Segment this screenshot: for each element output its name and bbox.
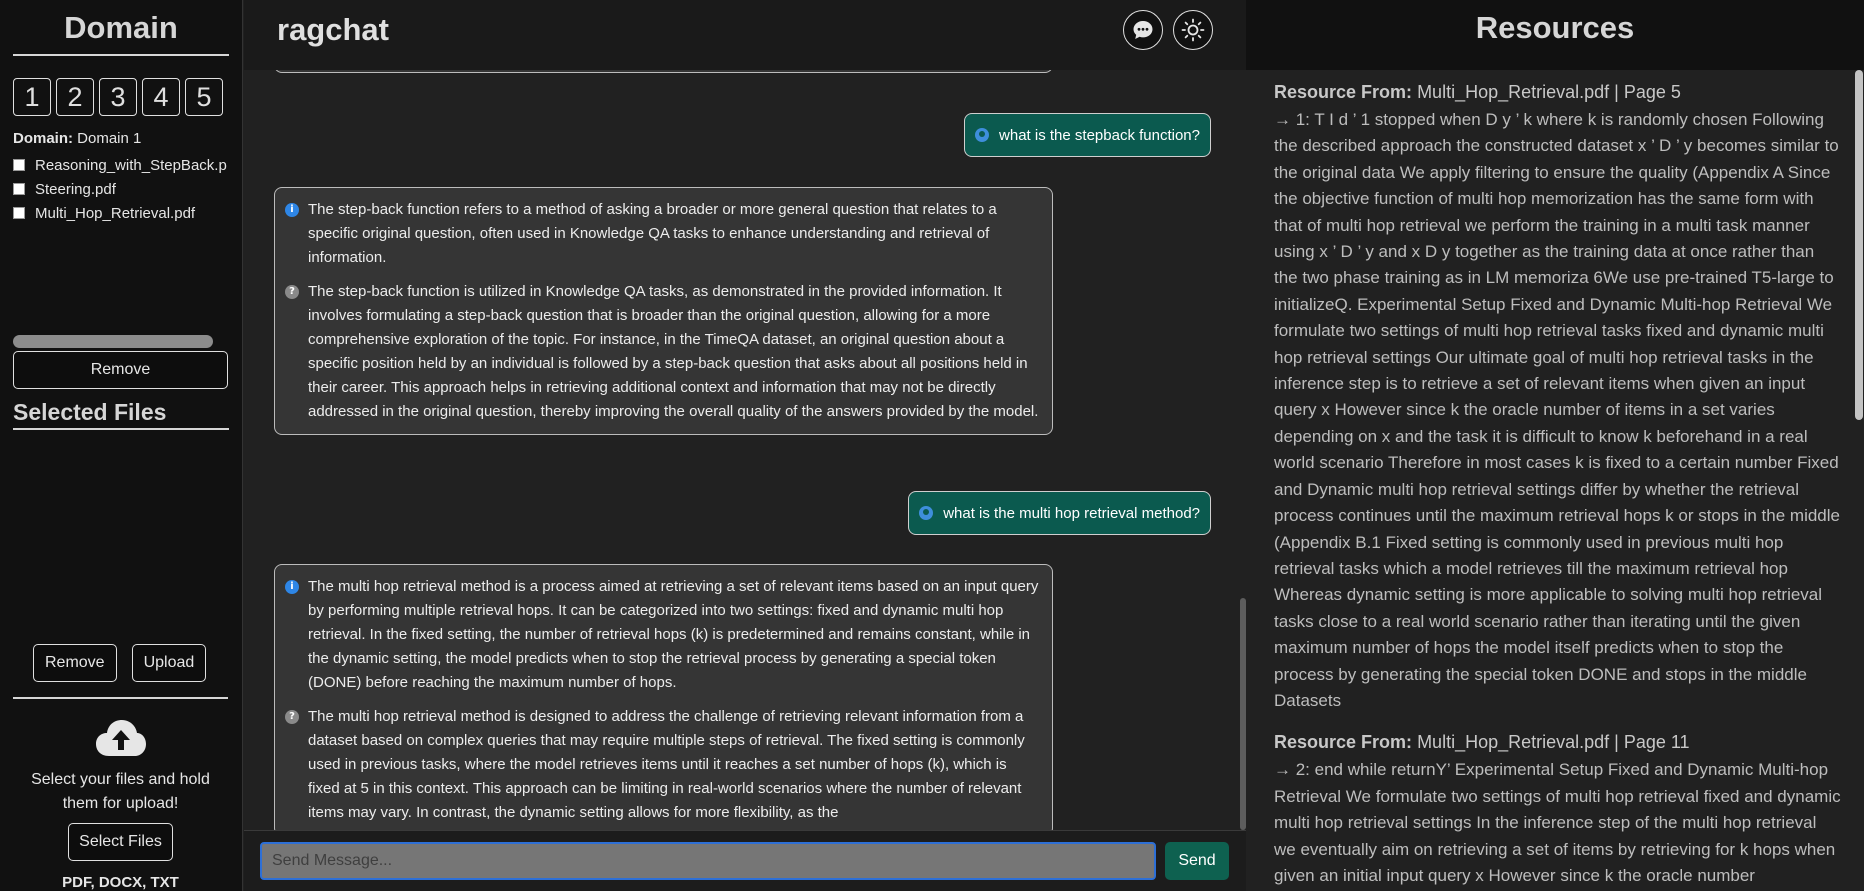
file-checkbox[interactable] — [13, 159, 25, 171]
resource-source: Multi_Hop_Retrieval.pdf | Page 5 — [1417, 82, 1681, 102]
upload-hint: Select your files and hold them for uplo… — [31, 771, 210, 812]
message-composer: Send — [244, 830, 1246, 891]
resource-header: Resource From: Multi_Hop_Retrieval.pdf |… — [1274, 732, 1842, 753]
bot-message: i The multi hop retrieval method is a pr… — [274, 564, 1053, 830]
info-icon: i — [285, 203, 299, 217]
domain-button-group: 1 2 3 4 5 — [13, 78, 229, 116]
domain-value: Domain 1 — [77, 130, 142, 147]
resource-source: Multi_Hop_Retrieval.pdf | Page 11 — [1417, 732, 1690, 753]
send-button[interactable]: Send — [1165, 842, 1229, 880]
resource-item: Resource From: Multi_Hop_Retrieval.pdf |… — [1274, 732, 1842, 889]
answer-text: The step-back function is utilized in Kn… — [308, 283, 1039, 420]
selected-files-title: Selected Files — [13, 399, 229, 430]
file-item[interactable]: Reasoning_with_StepBack.p — [13, 153, 229, 177]
user-icon — [919, 506, 934, 520]
question-icon: ? — [285, 710, 299, 724]
chat-header: ragchat — [244, 0, 1246, 70]
file-name: Reasoning_with_StepBack.p — [35, 156, 227, 174]
chat-toggle-button[interactable] — [1123, 10, 1163, 50]
domain-sidebar: Domain 1 2 3 4 5 Domain: Domain 1 Reason… — [0, 0, 243, 891]
app-title: ragchat — [277, 12, 389, 47]
theme-toggle-button[interactable] — [1173, 10, 1213, 50]
answer-text: The multi hop retrieval method is a proc… — [308, 578, 1039, 691]
resources-title: Resources — [1246, 0, 1864, 70]
domain-button-4[interactable]: 4 — [142, 78, 180, 116]
resources-scrollbar[interactable] — [1855, 70, 1863, 420]
user-message: what is the multi hop retrieval method? — [908, 491, 1211, 535]
select-files-button[interactable]: Select Files — [68, 823, 173, 861]
upload-actions: Remove Upload — [33, 644, 207, 682]
remove-domain-files-button[interactable]: Remove — [13, 351, 228, 389]
domain-button-5[interactable]: 5 — [185, 78, 223, 116]
bot-message: i The step-back function refers to a met… — [274, 187, 1053, 435]
info-icon: i — [285, 580, 299, 594]
file-name: Multi_Hop_Retrieval.pdf — [35, 204, 196, 222]
resource-text: → 1: T I d ’ 1 stopped when D y ’ k wher… — [1274, 110, 1840, 710]
user-message-text: what is the stepback function? — [999, 126, 1200, 144]
domain-button-1[interactable]: 1 — [13, 78, 51, 116]
file-item[interactable]: Multi_Hop_Retrieval.pdf — [13, 201, 229, 225]
resource-item: Resource From: Multi_Hop_Retrieval.pdf |… — [1274, 82, 1842, 714]
domain-file-list: Reasoning_with_StepBack.p Steering.pdf M… — [13, 153, 229, 225]
current-domain: Domain: Domain 1 — [13, 130, 229, 147]
progress-bar — [13, 335, 213, 348]
message-input[interactable] — [260, 842, 1156, 880]
file-item[interactable]: Steering.pdf — [13, 177, 229, 201]
answer-detail: ? The step-back function is utilized in … — [285, 280, 1042, 424]
supported-formats: PDF, DOCX, TXT — [62, 874, 179, 891]
domain-button-3[interactable]: 3 — [99, 78, 137, 116]
remove-selected-button[interactable]: Remove — [33, 644, 117, 682]
cloud-upload-icon — [96, 720, 146, 756]
message-list[interactable]: what is the stepback function? i The ste… — [244, 70, 1246, 830]
divider — [13, 697, 228, 699]
upload-button[interactable]: Upload — [131, 644, 207, 682]
resource-label: Resource From: — [1274, 82, 1413, 102]
answer-summary: i The multi hop retrieval method is a pr… — [285, 575, 1042, 695]
file-checkbox[interactable] — [13, 207, 25, 219]
user-icon — [975, 128, 990, 142]
sun-icon — [1181, 18, 1205, 42]
chat-panel: ragchat what is the stepback function? i… — [244, 0, 1246, 891]
question-icon: ? — [285, 285, 299, 299]
answer-detail: ? The multi hop retrieval method is desi… — [285, 705, 1042, 825]
resources-list[interactable]: Resource From: Multi_Hop_Retrieval.pdf |… — [1246, 70, 1856, 891]
app-root: Domain 1 2 3 4 5 Domain: Domain 1 Reason… — [0, 0, 1864, 891]
resource-header: Resource From: Multi_Hop_Retrieval.pdf |… — [1274, 82, 1842, 103]
previous-message-edge — [274, 70, 1053, 73]
chat-bubble-icon — [1133, 21, 1153, 39]
domain-button-2[interactable]: 2 — [56, 78, 94, 116]
resource-label: Resource From: — [1274, 732, 1413, 753]
file-checkbox[interactable] — [13, 183, 25, 195]
domain-title: Domain — [13, 0, 229, 56]
answer-text: The step-back function refers to a metho… — [308, 201, 997, 266]
answer-summary: i The step-back function refers to a met… — [285, 198, 1042, 270]
domain-label: Domain: — [13, 130, 73, 147]
user-message-text: what is the multi hop retrieval method? — [943, 504, 1200, 522]
answer-text: The multi hop retrieval method is design… — [308, 708, 1025, 821]
file-name: Steering.pdf — [35, 180, 116, 198]
resource-text: → 2: end while returnY’ Experimental Set… — [1274, 760, 1841, 885]
user-message: what is the stepback function? — [964, 113, 1211, 157]
resources-panel: Resources Resource From: Multi_Hop_Retri… — [1246, 0, 1864, 891]
